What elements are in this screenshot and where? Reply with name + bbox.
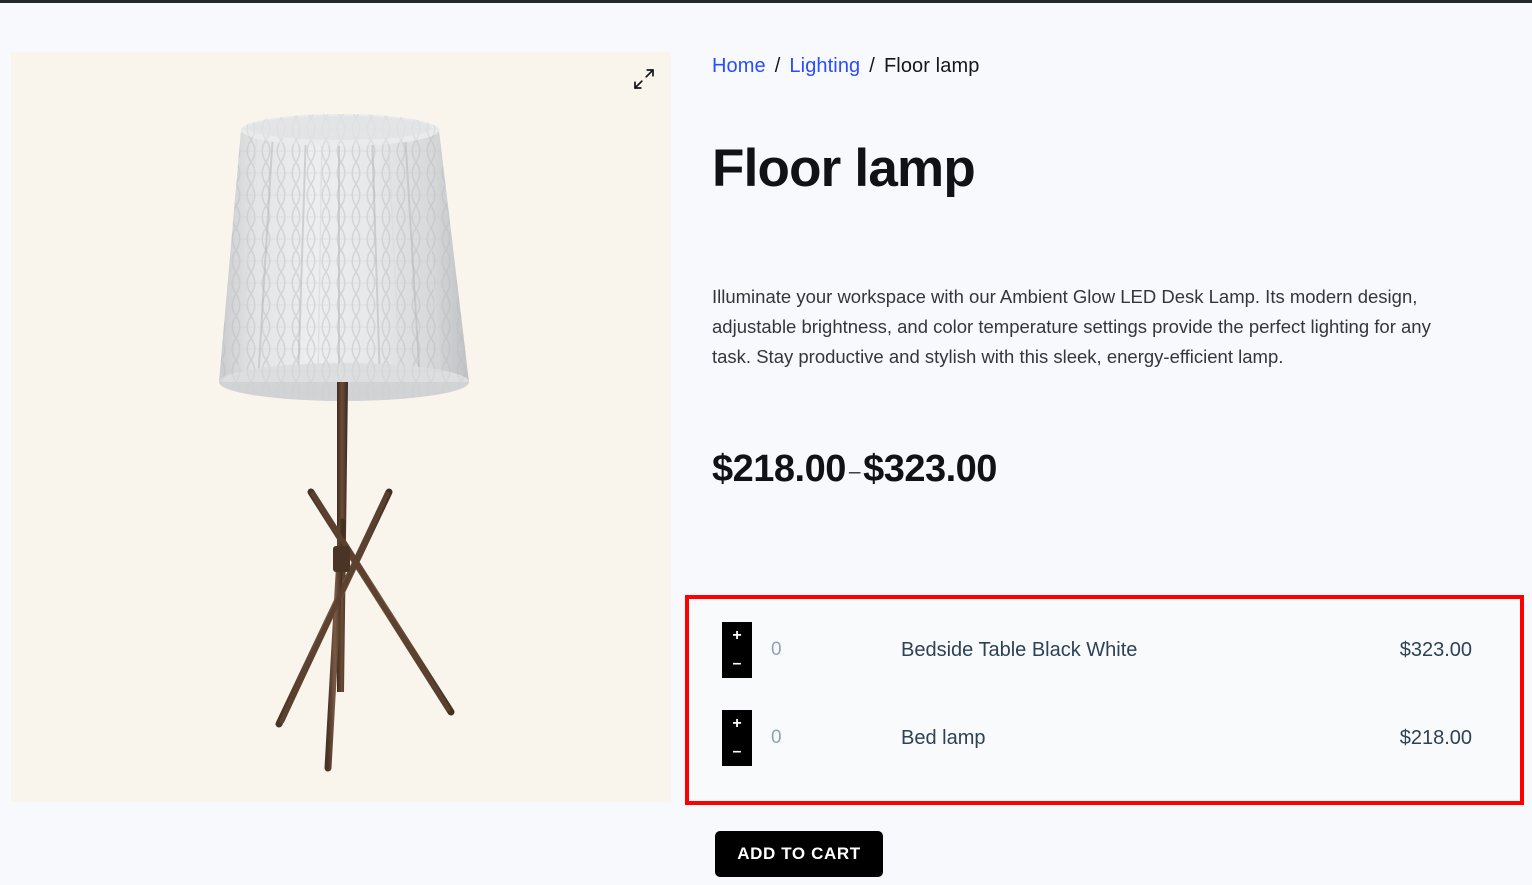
add-to-cart-button[interactable]: ADD TO CART [715,831,883,877]
variant-price: $323.00 [1399,638,1472,661]
price-separator: – [848,460,861,483]
increment-button[interactable]: + [722,622,752,650]
table-row: + – 0 Bed lamp $218.00 [689,694,1520,782]
decrement-button[interactable]: – [722,650,752,678]
product-page: Home / Lighting / Floor lamp Floor lamp Illu… [0,0,1532,885]
product-details-panel: Home / Lighting / Floor lamp Floor lamp Illu… [685,0,1524,885]
expand-arrows-icon [634,69,654,89]
table-row: + – 0 Bedside Table Black White $323.00 [689,606,1520,694]
variant-selection-table: + – 0 Bedside Table Black White $323.00 … [685,595,1524,805]
quantity-value: 0 [771,727,782,748]
variant-price: $218.00 [1399,726,1472,749]
product-image-panel[interactable] [11,52,671,802]
breadcrumb-separator: / [774,55,781,77]
page-title: Floor lamp [712,139,976,198]
variant-name: Bedside Table Black White [901,638,1138,661]
product-description: Illuminate your workspace with our Ambie… [712,286,1431,367]
breadcrumb: Home / Lighting / Floor lamp [712,55,979,78]
product-price-range: $218.00 –$323.00 [712,448,997,491]
product-image [219,114,469,772]
price-max: $323.00 [863,448,997,490]
price-min: $218.00 [712,448,846,490]
breadcrumb-item-lighting[interactable]: Lighting [789,55,860,77]
decrement-button[interactable]: – [722,738,752,766]
quantity-stepper[interactable]: + – [722,710,752,766]
increment-button[interactable]: + [722,710,752,738]
breadcrumb-item-home[interactable]: Home [712,55,766,77]
breadcrumb-item-current: Floor lamp [883,55,980,77]
variant-name: Bed lamp [901,726,986,749]
quantity-value: 0 [771,639,782,660]
quantity-stepper[interactable]: + – [722,622,752,678]
expand-image-button[interactable] [627,62,661,96]
breadcrumb-separator: / [869,55,875,77]
